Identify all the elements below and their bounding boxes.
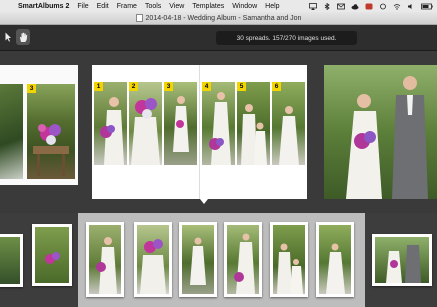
bride-standing-image — [173, 96, 189, 152]
previous-spread[interactable]: 3 — [0, 65, 78, 185]
selection-pointer-icon — [200, 199, 208, 204]
slot-number-badge: 3 — [27, 84, 36, 93]
bride-photo-image — [209, 92, 231, 165]
app-menu[interactable]: SmartAlbums 2 — [14, 3, 73, 10]
toolbar: 30 spreads. 157/270 images used. — [0, 25, 437, 51]
bride-photo-image — [100, 97, 124, 165]
slot-number-badge: 4 — [202, 82, 211, 91]
spread-gutter — [199, 65, 200, 199]
menu-tools[interactable]: Tools — [141, 3, 165, 10]
filmstrip-thumbnail[interactable] — [32, 224, 72, 286]
arrow-cursor-icon — [5, 32, 11, 42]
photo-frame[interactable]: 6 — [272, 82, 305, 165]
filmstrip-thumbnail[interactable] — [316, 222, 354, 297]
menu-edit[interactable]: Edit — [93, 3, 113, 10]
hand-icon — [19, 32, 27, 42]
bride-thumb-image — [96, 237, 117, 294]
filmstrip-thumbnail[interactable] — [270, 222, 308, 297]
menu-templates[interactable]: Templates — [188, 3, 228, 10]
hand-tool-button[interactable] — [16, 29, 30, 45]
bluetooth-icon[interactable] — [323, 2, 331, 10]
spread-canvas[interactable]: 3 1 2 3 4 5 6 — [0, 51, 437, 207]
slot-number-badge: 2 — [129, 82, 138, 91]
mac-menubar: SmartAlbums 2 File Edit Frame Tools View… — [0, 0, 437, 12]
bouquet-image — [33, 124, 69, 176]
filmstrip-thumbnail[interactable] — [134, 222, 172, 297]
filmstrip-thumbnail[interactable] — [179, 222, 217, 297]
slot-number-badge: 3 — [164, 82, 173, 91]
photo-frame[interactable]: 3 — [164, 82, 197, 165]
filmstrip-thumbnail[interactable] — [372, 234, 432, 286]
menu-window[interactable]: Window — [228, 3, 261, 10]
volume-icon[interactable] — [407, 3, 415, 10]
status-readout: 30 spreads. 157/270 images used. — [216, 31, 357, 45]
filmstrip-thumbnail[interactable] — [224, 222, 262, 297]
photo-frame[interactable] — [0, 84, 23, 179]
photo-frame[interactable]: 2 — [129, 82, 162, 165]
slot-number-badge: 6 — [272, 82, 281, 91]
slot-number-badge: 5 — [237, 82, 246, 91]
photo-frame[interactable]: 1 — [94, 82, 127, 165]
bride-and-child-thumb-image — [277, 243, 303, 294]
bouquet-thumb-image — [45, 252, 60, 264]
bride-thumb-image — [190, 237, 206, 285]
bride-thumb-image — [234, 233, 255, 294]
flower-girl-image — [279, 106, 299, 165]
window-titlebar: 2014-04-18 - Wedding Album - Samantha an… — [0, 12, 437, 25]
photo-frame[interactable]: 5 — [237, 82, 270, 165]
bride-and-child-image — [241, 104, 267, 165]
filmstrip-thumbnail[interactable] — [86, 222, 124, 297]
airplay-icon[interactable] — [309, 2, 317, 10]
bouquet-thumb-image — [140, 239, 166, 294]
couple-photo-image — [346, 76, 428, 199]
photo-frame[interactable]: 3 — [27, 84, 75, 179]
wifi-icon[interactable] — [393, 3, 401, 10]
window-title: 2014-04-18 - Wedding Album - Samantha an… — [145, 14, 302, 22]
mail-icon[interactable] — [337, 3, 345, 10]
arrow-tool-button[interactable] — [1, 29, 15, 45]
document-icon — [135, 14, 143, 22]
menu-file[interactable]: File — [73, 3, 92, 10]
next-spread[interactable] — [324, 65, 437, 199]
menu-help[interactable]: Help — [261, 3, 283, 10]
app-icon[interactable] — [365, 3, 373, 10]
bouquet-photo-image — [131, 98, 160, 165]
flower-girl-thumb-image — [326, 243, 345, 294]
current-spread[interactable]: 1 2 3 4 5 6 — [92, 65, 307, 199]
menu-frame[interactable]: Frame — [113, 3, 141, 10]
menu-view[interactable]: View — [165, 3, 188, 10]
couple-thumb-image — [386, 245, 421, 283]
cloud-icon[interactable] — [351, 3, 359, 10]
sync-icon[interactable] — [379, 3, 387, 10]
filmstrip-thumbnail[interactable] — [0, 234, 23, 287]
battery-icon[interactable] — [421, 3, 433, 10]
photo-frame[interactable]: 4 — [202, 82, 235, 165]
slot-number-badge: 1 — [94, 82, 103, 91]
